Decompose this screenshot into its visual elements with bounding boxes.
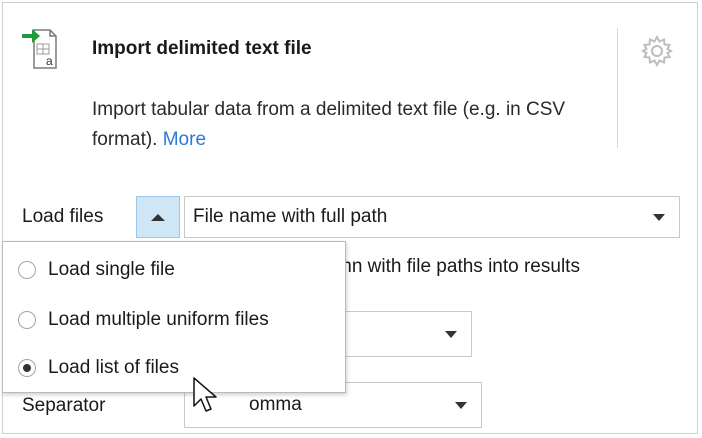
option-load-list-of-files[interactable]: Load list of files xyxy=(3,348,345,388)
gear-icon[interactable] xyxy=(640,34,674,68)
mouse-cursor-icon xyxy=(193,377,217,412)
option-label: Load list of files xyxy=(48,357,179,378)
load-mode-toggle-button[interactable] xyxy=(136,196,180,238)
chevron-down-icon xyxy=(653,214,665,221)
file-name-select[interactable]: File name with full path xyxy=(184,196,680,238)
radio-button-checked[interactable] xyxy=(18,359,36,377)
svg-text:a: a xyxy=(46,54,53,68)
radio-button[interactable] xyxy=(18,311,36,329)
radio-button[interactable] xyxy=(18,261,36,279)
option-label: Load single file xyxy=(48,259,175,280)
file-name-select-value: File name with full path xyxy=(193,206,388,227)
more-link[interactable]: More xyxy=(163,129,206,150)
chevron-down-icon xyxy=(455,402,467,409)
component-description: Import tabular data from a delimited tex… xyxy=(92,95,632,155)
load-files-label: Load files xyxy=(22,206,104,227)
option-load-multiple-uniform-files[interactable]: Load multiple uniform files xyxy=(3,300,345,340)
chevron-up-icon xyxy=(151,214,165,221)
separator-label: Separator xyxy=(22,395,106,416)
chevron-down-icon xyxy=(445,331,457,338)
option-label: Load multiple uniform files xyxy=(48,309,269,330)
option-load-single-file[interactable]: Load single file xyxy=(3,250,345,290)
import-file-icon: a xyxy=(22,29,57,69)
component-title: Import delimited text file xyxy=(92,38,312,59)
column-option-text: mn with file paths into results xyxy=(336,256,580,277)
load-mode-dropdown: Load single file Load multiple uniform f… xyxy=(2,241,346,393)
header-divider xyxy=(617,28,618,148)
